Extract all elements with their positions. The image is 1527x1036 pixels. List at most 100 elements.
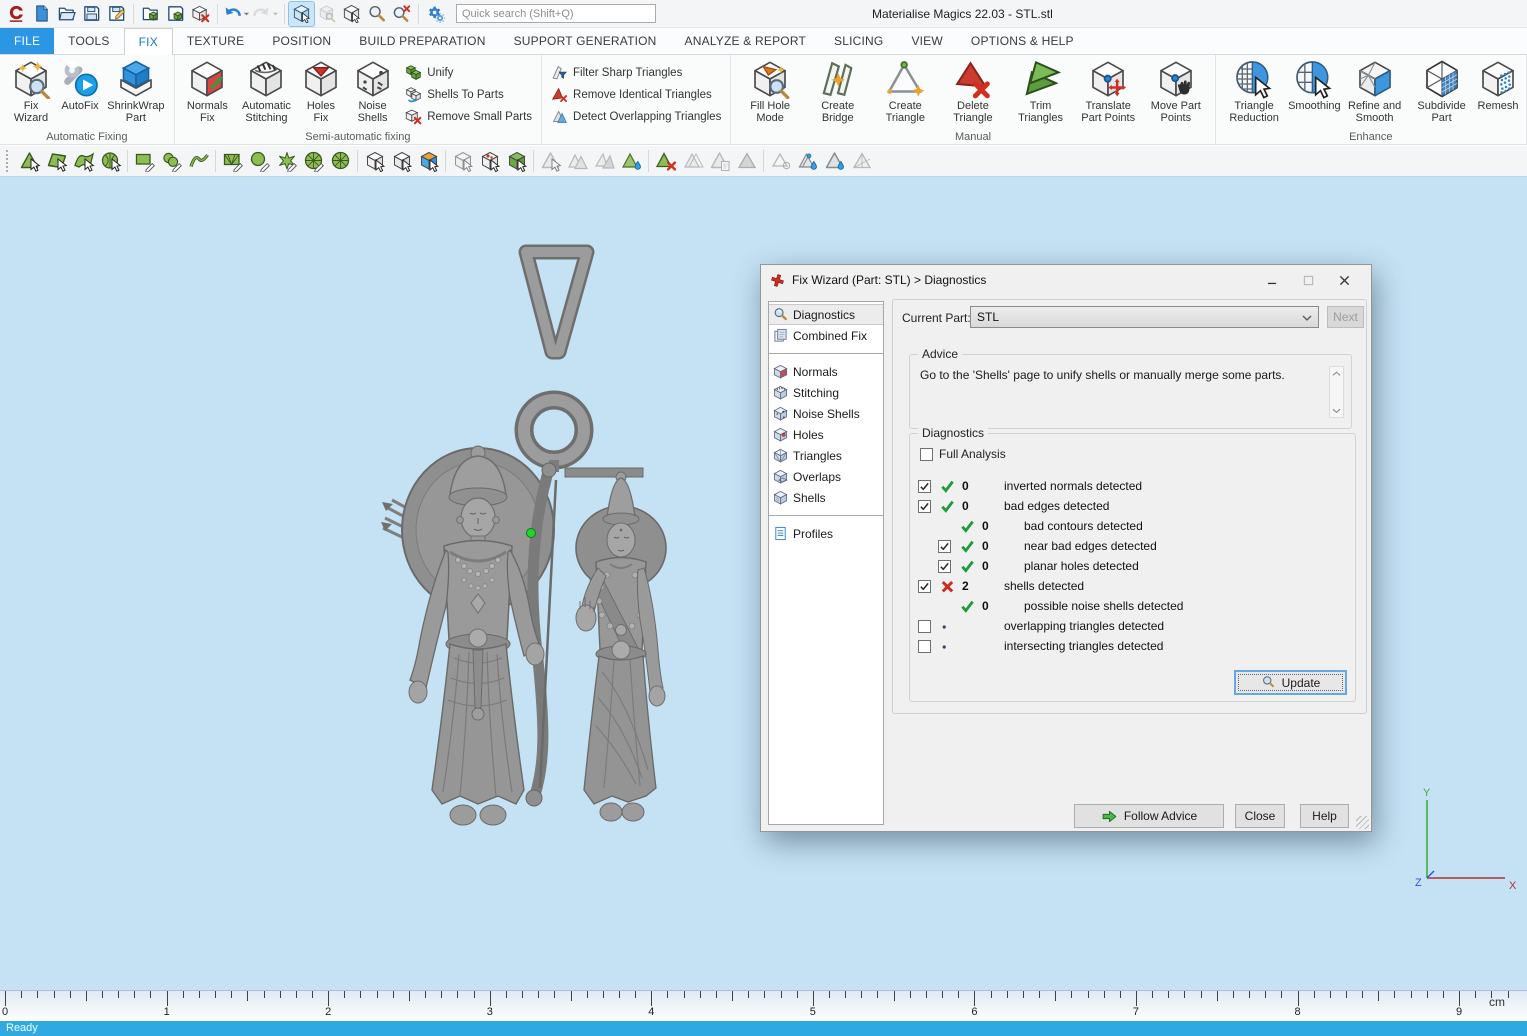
toolbar-drag-handle[interactable] bbox=[6, 150, 10, 172]
ribbon-translate-part-points[interactable]: Translate Part Points bbox=[1075, 58, 1141, 125]
settings-gears-icon[interactable] bbox=[423, 2, 448, 26]
fix-wizard-title-bar[interactable]: Fix Wizard (Part: STL) > Diagnostics bbox=[761, 265, 1371, 295]
sidebar-item-holes[interactable]: Holes bbox=[769, 424, 883, 445]
ribbon-remesh[interactable]: Remesh bbox=[1476, 58, 1520, 113]
star-mark-icon[interactable] bbox=[273, 148, 300, 175]
tab-slicing[interactable]: SLICING bbox=[820, 28, 897, 54]
sector-mark-icon[interactable] bbox=[327, 148, 354, 175]
tab-texture[interactable]: TEXTURE bbox=[173, 28, 258, 54]
remove-part-icon[interactable] bbox=[188, 2, 213, 26]
triangle-flip-icon[interactable] bbox=[591, 148, 618, 175]
sidebar-item-stitching[interactable]: Stitching bbox=[769, 382, 883, 403]
select-noise-box-icon[interactable] bbox=[476, 148, 503, 175]
rectangle-mark-icon[interactable] bbox=[131, 148, 158, 175]
mark-plane-icon[interactable] bbox=[43, 148, 70, 175]
follow-advice-button[interactable]: Follow Advice bbox=[1074, 804, 1224, 828]
tab-tools[interactable]: TOOLS bbox=[54, 28, 123, 54]
ribbon-noise-shells[interactable]: Noise Shells bbox=[345, 58, 400, 125]
marked-point[interactable] bbox=[527, 529, 536, 538]
triangle-lasso-icon[interactable] bbox=[767, 148, 794, 175]
select-colored-box-icon[interactable] bbox=[415, 148, 442, 175]
next-button[interactable]: Next bbox=[1327, 306, 1364, 328]
triangle-drops-icon[interactable] bbox=[794, 148, 821, 175]
save-as-icon[interactable] bbox=[104, 2, 129, 26]
ribbon-move-part-points[interactable]: Move Part Points bbox=[1143, 58, 1209, 125]
quick-search-input[interactable] bbox=[456, 4, 656, 23]
ribbon-autofix[interactable]: AutoFix bbox=[58, 58, 102, 113]
diagnostic-checkbox[interactable] bbox=[918, 580, 931, 593]
undo-icon[interactable] bbox=[222, 2, 251, 26]
ribbon-normals-fix[interactable]: Normals Fix bbox=[181, 58, 234, 125]
ribbon-smoothing[interactable]: Smoothing bbox=[1289, 58, 1341, 113]
tab-fix[interactable]: FIX bbox=[124, 28, 173, 55]
ribbon-automatic-stitching[interactable]: Automatic Stitching bbox=[236, 58, 297, 125]
import-part-icon[interactable] bbox=[138, 2, 163, 26]
help-button[interactable]: Help bbox=[1300, 804, 1349, 828]
tab-analyze-report[interactable]: ANALYZE & REPORT bbox=[671, 28, 820, 54]
tab-position[interactable]: POSITION bbox=[258, 28, 345, 54]
full-analysis-checkbox[interactable] bbox=[920, 448, 933, 461]
sidebar-item-shells[interactable]: Shells bbox=[769, 487, 883, 508]
select-part-box-icon[interactable] bbox=[361, 148, 388, 175]
ribbon-fix-wizard[interactable]: Fix Wizard bbox=[6, 58, 56, 125]
shell-brush-mark-icon[interactable] bbox=[246, 148, 273, 175]
magics-logo-icon[interactable] bbox=[4, 2, 29, 26]
pick-part-icon[interactable] bbox=[314, 2, 339, 26]
open-file-icon[interactable] bbox=[54, 2, 79, 26]
update-button[interactable]: Update bbox=[1234, 670, 1347, 695]
ribbon-detect-overlapping-triangles[interactable]: Detect Overlapping Triangles bbox=[551, 108, 721, 125]
ribbon-remove-small-parts[interactable]: Remove Small Parts bbox=[405, 108, 532, 125]
maximize-button[interactable] bbox=[1290, 268, 1326, 292]
zoom-icon[interactable] bbox=[364, 2, 389, 26]
diagnostic-checkbox[interactable] bbox=[918, 640, 931, 653]
close-dialog-button[interactable]: Close bbox=[1235, 804, 1285, 828]
ribbon-trim-triangles[interactable]: Trim Triangles bbox=[1008, 58, 1074, 125]
select-part-icon[interactable] bbox=[339, 2, 364, 26]
diagnostic-checkbox[interactable] bbox=[938, 560, 951, 573]
ribbon-fill-hole-mode[interactable]: Fill Hole Mode bbox=[737, 58, 803, 125]
new-scene-icon[interactable] bbox=[29, 2, 54, 26]
diagnostic-checkbox[interactable] bbox=[918, 480, 931, 493]
polyline-mark-icon[interactable] bbox=[185, 148, 212, 175]
ribbon-refine-and-smooth[interactable]: Refine and Smooth bbox=[1342, 58, 1407, 125]
triangle-delete-icon[interactable] bbox=[652, 148, 679, 175]
sidebar-item-triangles[interactable]: Triangles bbox=[769, 445, 883, 466]
minimize-button[interactable] bbox=[1254, 268, 1290, 292]
wheel-mark-icon[interactable] bbox=[300, 148, 327, 175]
ribbon-create-triangle[interactable]: Create Triangle bbox=[872, 58, 938, 125]
sidebar-item-noise-shells[interactable]: Noise Shells bbox=[769, 403, 883, 424]
ribbon-delete-triangle[interactable]: Delete Triangle bbox=[940, 58, 1006, 125]
triangle-cursor-icon[interactable] bbox=[537, 148, 564, 175]
ribbon-shells-to-parts[interactable]: Shells To Parts bbox=[405, 86, 532, 103]
sidebar-item-normals[interactable]: Normals bbox=[769, 361, 883, 382]
mark-triangle-icon[interactable] bbox=[16, 148, 43, 175]
sidebar-item-combined-fix[interactable]: Combined Fix bbox=[769, 325, 883, 346]
triangle-drop-icon[interactable] bbox=[821, 148, 848, 175]
mark-surface-icon[interactable] bbox=[70, 148, 97, 175]
triangle-refresh-icon[interactable] bbox=[618, 148, 645, 175]
ribbon-triangle-reduction[interactable]: Triangle Reduction bbox=[1222, 58, 1287, 125]
tab-build-preparation[interactable]: BUILD PREPARATION bbox=[345, 28, 499, 54]
ribbon-shrinkwrap-part[interactable]: ShrinkWrap Part bbox=[104, 58, 168, 125]
triangle-frame-icon[interactable] bbox=[848, 148, 875, 175]
mark-shell-icon[interactable] bbox=[97, 148, 124, 175]
ribbon-subdivide-part[interactable]: Subdivide Part bbox=[1409, 58, 1474, 125]
brush-mark-icon[interactable] bbox=[158, 148, 185, 175]
close-button[interactable] bbox=[1326, 268, 1362, 292]
sidebar-item-profiles[interactable]: Profiles bbox=[769, 523, 883, 544]
current-part-dropdown[interactable]: STL bbox=[970, 306, 1319, 328]
select-ghost-box-icon[interactable] bbox=[449, 148, 476, 175]
window-mark-icon[interactable] bbox=[219, 148, 246, 175]
ribbon-filter-sharp-triangles[interactable]: Filter Sharp Triangles bbox=[551, 64, 721, 81]
redo-icon[interactable] bbox=[251, 2, 280, 26]
tab-file[interactable]: FILE bbox=[0, 28, 54, 54]
ribbon-create-bridge[interactable]: Create Bridge bbox=[805, 58, 871, 125]
export-part-icon[interactable] bbox=[163, 2, 188, 26]
triangle-solid-icon[interactable] bbox=[733, 148, 760, 175]
ribbon-unify[interactable]: Unify bbox=[405, 64, 532, 81]
sidebar-item-diagnostics[interactable]: Diagnostics bbox=[769, 304, 883, 325]
select-surface-box-icon[interactable] bbox=[388, 148, 415, 175]
diagnostic-checkbox[interactable] bbox=[938, 540, 951, 553]
scroll-down-icon[interactable] bbox=[1330, 404, 1343, 417]
advice-scrollbar[interactable] bbox=[1329, 366, 1344, 418]
